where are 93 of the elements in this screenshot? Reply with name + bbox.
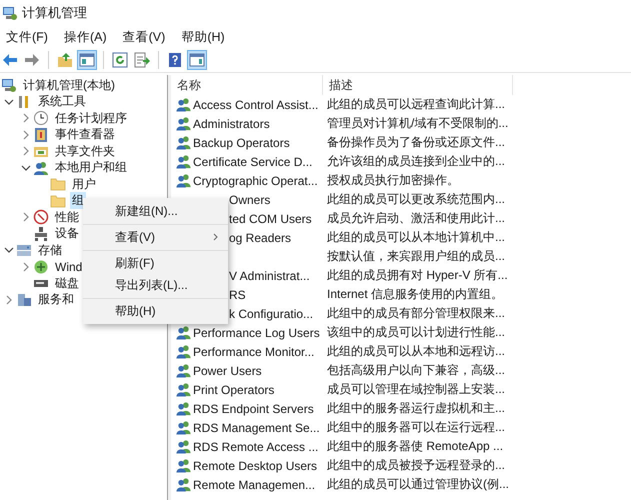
tree-item[interactable]: 服务和 — [36, 291, 76, 308]
group-description: 此组的成员拥有对 Hyper-V 所有... — [327, 267, 508, 284]
group-description: 包括高级用户以向下兼容，高级... — [327, 362, 506, 379]
group-icon — [176, 477, 191, 492]
group-icon — [176, 458, 191, 473]
group-description: 此组的成员可以从本地和远程访... — [327, 343, 506, 360]
group-description: 此组中的服务器使 RemoteApp ... — [327, 438, 504, 455]
group-description: 此组中的成员有部分管理权限来... — [327, 305, 506, 322]
group-description: 此组的成员可以从本地计算机中... — [327, 229, 506, 246]
group-name: Print Operators — [193, 382, 274, 396]
group-description: 成员允许启动、激活和使用此计... — [327, 210, 506, 227]
group-description: 允许该组的成员连接到企业中的... — [327, 153, 506, 170]
context-menu-item[interactable]: 导出列表(L)... — [83, 274, 228, 296]
group-description: 此组中的服务器可以在运行远程... — [327, 419, 506, 436]
menu-item[interactable]: 操作(A) — [58, 28, 117, 46]
group-name: RDS Management Se... — [193, 420, 320, 434]
group-name: V Administrat... — [229, 268, 310, 282]
action-pane-button[interactable] — [187, 50, 207, 70]
export-button[interactable] — [132, 50, 152, 70]
group-icon — [176, 154, 191, 169]
computer-management-icon — [2, 5, 18, 21]
group-icon — [176, 439, 191, 454]
tree-item[interactable]: 存储 — [36, 242, 64, 259]
group-description: 管理员对计算机/域有不受限制的... — [327, 115, 508, 132]
tree-item[interactable]: 系统工具 — [36, 93, 88, 110]
tree-item[interactable]: Wind — [53, 260, 84, 274]
group-description: Internet 信息服务使用的内置组。 — [327, 286, 504, 303]
group-name: Access Control Assist... — [193, 98, 318, 112]
context-menu-item[interactable]: 刷新(F) — [83, 252, 228, 274]
tree-item[interactable]: 本地用户和组 — [53, 159, 129, 176]
context-menu-item[interactable]: 新建组(N)... — [83, 200, 228, 222]
menu-item[interactable]: 文件(F) — [0, 28, 58, 46]
group-description: 该组中的成员可以计划进行性能... — [327, 324, 506, 341]
group-icon — [176, 97, 191, 112]
group-name: RS — [229, 288, 246, 302]
group-icon — [176, 382, 191, 397]
group-description: 此组的成员可以远程查询此计算... — [327, 96, 506, 113]
context-menu-item[interactable]: 查看(V) — [83, 226, 228, 248]
tree-item[interactable]: 计算机管理(本地) — [21, 76, 117, 94]
refresh-button[interactable] — [110, 50, 130, 70]
group-description: 此组的成员可以更改系统范围内... — [327, 191, 506, 208]
group-icon — [176, 135, 191, 150]
group-name: Remote Desktop Users — [193, 458, 318, 472]
group-name: Performance Monitor... — [193, 344, 314, 358]
group-name: Performance Log Users — [193, 326, 320, 340]
group-name: RDS Endpoint Servers — [193, 402, 314, 416]
storage-icon — [16, 242, 32, 258]
column-header[interactable]: 名称 — [171, 75, 323, 95]
group-icon — [176, 344, 191, 359]
tree-item[interactable]: 用户 — [70, 176, 98, 193]
group-description: 成员可以管理在域控制器上安装... — [327, 381, 506, 398]
window-title: 计算机管理 — [22, 4, 87, 22]
menu-item[interactable]: 查看(V) — [116, 28, 176, 46]
group-name: Remote Managemen... — [193, 478, 316, 492]
folder-icon — [50, 192, 66, 209]
menu-item[interactable]: 帮助(H) — [175, 28, 235, 46]
context-menu-item[interactable]: 帮助(H) — [83, 300, 228, 322]
group-name: Certificate Service D... — [193, 154, 312, 168]
group-name: Power Users — [193, 364, 262, 378]
group-icon — [176, 363, 191, 378]
group-description: 此组的成员可以通过管理协议(例... — [327, 476, 509, 493]
computer-icon — [1, 77, 17, 94]
group-description: 备份操作员为了备份或还原文件... — [327, 134, 506, 151]
group-description: 授权成员执行加密操作。 — [327, 172, 459, 189]
group-name: RDS Remote Access ... — [193, 440, 318, 454]
group-name: og Readers — [229, 230, 292, 244]
group-name: k Configuratio... — [229, 306, 314, 320]
folder-up-button[interactable] — [55, 50, 75, 70]
group-description: 此组中的服务器运行虚拟机和主... — [327, 400, 506, 417]
tree-item[interactable]: 事件查看器 — [53, 126, 117, 144]
group-name: ted COM Users — [229, 212, 312, 226]
tree-item[interactable]: 磁盘 — [53, 274, 81, 292]
tree-item[interactable]: 共享文件夹 — [53, 142, 117, 160]
tree-item[interactable]: 任务计划程序 — [53, 110, 129, 127]
group-icon — [176, 173, 191, 188]
group-icon — [176, 116, 191, 131]
group-name: Owners — [229, 192, 270, 206]
group-description: 按默认值，来宾跟用户组的成员... — [327, 248, 506, 265]
clock-icon — [33, 110, 49, 126]
device-icon — [33, 226, 49, 242]
tree-item[interactable]: 性能 — [53, 208, 81, 226]
group-icon — [176, 420, 191, 435]
users-icon — [33, 160, 49, 176]
tree-pane-button[interactable] — [77, 50, 97, 70]
group-name: Cryptographic Operat... — [193, 174, 318, 188]
column-header[interactable]: 描述 — [323, 75, 513, 95]
group-icon — [176, 325, 191, 340]
group-name: Administrators — [193, 116, 270, 130]
group-icon — [176, 401, 191, 416]
group-name: Backup Operators — [193, 136, 290, 150]
folder-icon — [50, 176, 66, 192]
tree-item[interactable]: 设备 — [53, 225, 81, 242]
group-description: 此组中的成员被授予远程登录的... — [327, 457, 506, 474]
